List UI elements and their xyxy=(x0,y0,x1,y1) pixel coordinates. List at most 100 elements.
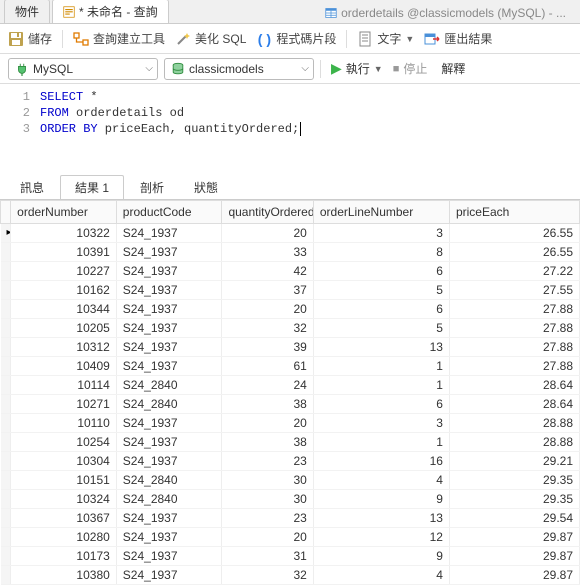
cell[interactable]: 16 xyxy=(313,452,449,471)
cell[interactable]: S24_1937 xyxy=(116,566,222,585)
column-header[interactable]: productCode xyxy=(116,201,222,224)
cell[interactable]: 38 xyxy=(222,433,313,452)
cell[interactable]: S24_1937 xyxy=(116,262,222,281)
table-row[interactable]: 10344S24_193720627.88 xyxy=(1,300,580,319)
cell[interactable]: 10205 xyxy=(11,319,117,338)
cell[interactable]: 27.88 xyxy=(449,319,579,338)
table-row[interactable]: 10391S24_193733826.55 xyxy=(1,243,580,262)
cell[interactable]: 1 xyxy=(313,376,449,395)
cell[interactable]: 28.88 xyxy=(449,414,579,433)
cell[interactable]: 5 xyxy=(313,281,449,300)
server-combo[interactable]: MySQL ⌵ xyxy=(8,58,158,80)
cell[interactable]: 26.55 xyxy=(449,243,579,262)
cell[interactable]: 32 xyxy=(222,319,313,338)
table-row[interactable]: 10151S24_284030429.35 xyxy=(1,471,580,490)
cell[interactable]: 3 xyxy=(313,224,449,243)
database-combo[interactable]: classicmodels ⌵ xyxy=(164,58,314,80)
cell[interactable]: 10324 xyxy=(11,490,117,509)
cell[interactable]: S24_1937 xyxy=(116,281,222,300)
cell[interactable]: 38 xyxy=(222,395,313,414)
cell[interactable]: 29.35 xyxy=(449,490,579,509)
cell[interactable]: 29.87 xyxy=(449,547,579,566)
cell[interactable]: 26.55 xyxy=(449,224,579,243)
cell[interactable]: S24_1937 xyxy=(116,414,222,433)
cell[interactable]: 10409 xyxy=(11,357,117,376)
cell[interactable]: 9 xyxy=(313,547,449,566)
table-row[interactable]: 10205S24_193732527.88 xyxy=(1,319,580,338)
cell[interactable]: S24_1937 xyxy=(116,452,222,471)
cell[interactable]: S24_1937 xyxy=(116,243,222,262)
result-grid[interactable]: orderNumber productCode quantityOrdered … xyxy=(0,200,580,585)
table-row[interactable]: 10367S24_1937231329.54 xyxy=(1,509,580,528)
cell[interactable]: 61 xyxy=(222,357,313,376)
cell[interactable]: 28.64 xyxy=(449,376,579,395)
cell[interactable]: 29.87 xyxy=(449,566,579,585)
status-tab[interactable]: 狀態 xyxy=(180,176,232,199)
cell[interactable]: 10280 xyxy=(11,528,117,547)
cell[interactable]: S24_1937 xyxy=(116,224,222,243)
cell[interactable]: 10173 xyxy=(11,547,117,566)
cell[interactable]: 30 xyxy=(222,490,313,509)
cell[interactable]: 10162 xyxy=(11,281,117,300)
cell[interactable]: 10114 xyxy=(11,376,117,395)
beautify-sql-button[interactable]: 美化 SQL xyxy=(175,30,246,47)
text-button[interactable]: 文字 ▼ xyxy=(357,30,414,47)
code-snippet-button[interactable]: ( ) 程式碼片段 xyxy=(256,30,336,47)
save-button[interactable]: 儲存 xyxy=(8,30,52,47)
cell[interactable]: 4 xyxy=(313,471,449,490)
cell[interactable]: S24_1937 xyxy=(116,547,222,566)
result1-tab[interactable]: 結果 1 xyxy=(60,175,124,199)
stop-button[interactable]: ■ 停止 xyxy=(393,60,428,77)
cell[interactable]: S24_2840 xyxy=(116,395,222,414)
objects-tab[interactable]: 物件 xyxy=(4,0,50,23)
cell[interactable]: 10312 xyxy=(11,338,117,357)
cell[interactable]: S24_1937 xyxy=(116,319,222,338)
cell[interactable]: 10367 xyxy=(11,509,117,528)
cell[interactable]: 27.55 xyxy=(449,281,579,300)
cell[interactable]: S24_1937 xyxy=(116,433,222,452)
cell[interactable]: S24_1937 xyxy=(116,300,222,319)
cell[interactable]: 27.22 xyxy=(449,262,579,281)
cell[interactable]: 1 xyxy=(313,433,449,452)
cell[interactable]: 4 xyxy=(313,566,449,585)
sql-editor[interactable]: 1 SELECT * 2 FROM orderdetails od 3 ORDE… xyxy=(0,84,580,176)
cell[interactable]: 3 xyxy=(313,414,449,433)
cell[interactable]: 10227 xyxy=(11,262,117,281)
cell[interactable]: 28.88 xyxy=(449,433,579,452)
cell[interactable]: 30 xyxy=(222,471,313,490)
table-row[interactable]: 10280S24_1937201229.87 xyxy=(1,528,580,547)
messages-tab[interactable]: 訊息 xyxy=(6,176,58,199)
cell[interactable]: 6 xyxy=(313,395,449,414)
cell[interactable]: 24 xyxy=(222,376,313,395)
cell[interactable]: S24_1937 xyxy=(116,509,222,528)
table-row[interactable]: 10271S24_284038628.64 xyxy=(1,395,580,414)
cell[interactable]: 13 xyxy=(313,338,449,357)
cell[interactable]: S24_2840 xyxy=(116,490,222,509)
cell[interactable]: 12 xyxy=(313,528,449,547)
profile-tab[interactable]: 剖析 xyxy=(126,176,178,199)
table-row[interactable]: 10162S24_193737527.55 xyxy=(1,281,580,300)
cell[interactable]: 32 xyxy=(222,566,313,585)
cell[interactable]: 33 xyxy=(222,243,313,262)
cell[interactable]: S24_2840 xyxy=(116,471,222,490)
cell[interactable]: 29.35 xyxy=(449,471,579,490)
cell[interactable]: 31 xyxy=(222,547,313,566)
table-row[interactable]: 10110S24_193720328.88 xyxy=(1,414,580,433)
table-row[interactable]: 10380S24_193732429.87 xyxy=(1,566,580,585)
cell[interactable]: 27.88 xyxy=(449,357,579,376)
table-row[interactable]: 10173S24_193731929.87 xyxy=(1,547,580,566)
column-header[interactable]: orderLineNumber xyxy=(313,201,449,224)
cell[interactable]: 10322 xyxy=(11,224,117,243)
run-button[interactable]: ▶ 執行 ▼ xyxy=(331,60,383,77)
cell[interactable]: 8 xyxy=(313,243,449,262)
cell[interactable]: 10110 xyxy=(11,414,117,433)
cell[interactable]: 10254 xyxy=(11,433,117,452)
table-row[interactable]: 10227S24_193742627.22 xyxy=(1,262,580,281)
cell[interactable]: 10151 xyxy=(11,471,117,490)
table-row[interactable]: 10312S24_1937391327.88 xyxy=(1,338,580,357)
cell[interactable]: 10271 xyxy=(11,395,117,414)
export-button[interactable]: 匯出結果 xyxy=(424,30,492,47)
cell[interactable]: 29.87 xyxy=(449,528,579,547)
cell[interactable]: 10380 xyxy=(11,566,117,585)
cell[interactable]: 27.88 xyxy=(449,338,579,357)
